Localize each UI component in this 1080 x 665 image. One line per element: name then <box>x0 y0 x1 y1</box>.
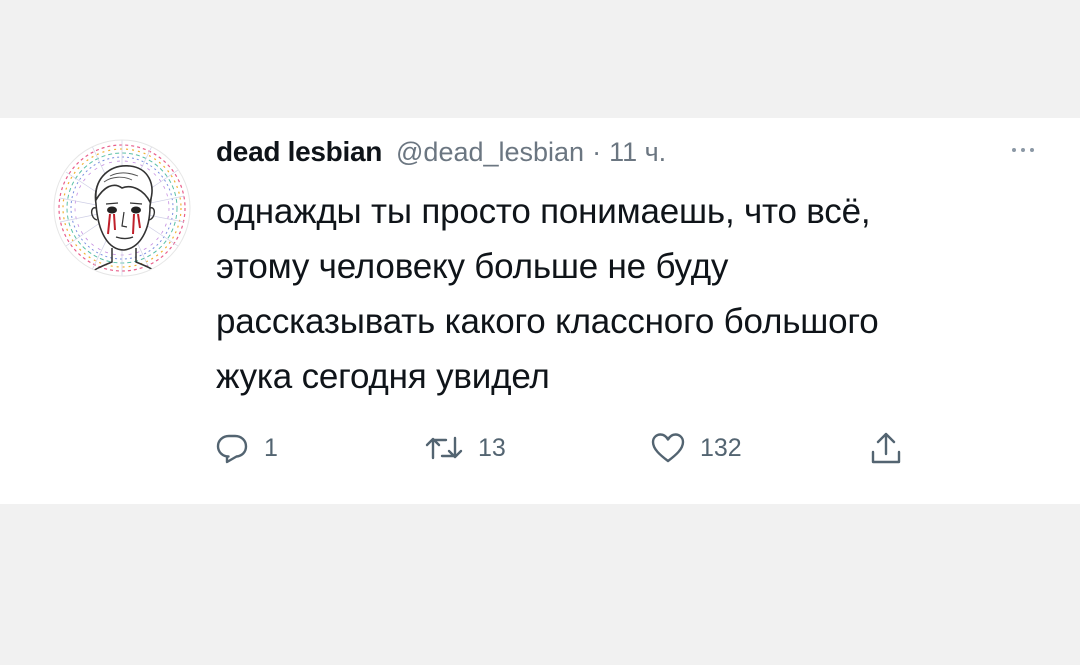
reply-icon <box>216 434 248 464</box>
tweet-text-line: этому человеку больше не буду <box>216 247 729 286</box>
tweet-text-line: однажды ты просто понимаешь, что всё, <box>216 192 871 231</box>
tweet-header: dead lesbian @dead_lesbian · 11 ч. <box>216 136 666 176</box>
author-handle[interactable]: @dead_lesbian <box>396 137 584 168</box>
more-dot <box>1021 148 1025 152</box>
like-button[interactable]: 132 <box>650 430 742 466</box>
author-name[interactable]: dead lesbian <box>216 136 382 168</box>
reply-count: 1 <box>264 433 278 462</box>
heart-icon <box>651 433 685 463</box>
tweet-text-line: жука сегодня увидел <box>216 357 550 396</box>
tweet-card[interactable]: dead lesbian @dead_lesbian · 11 ч. однаж… <box>0 118 1080 504</box>
retweet-count: 13 <box>478 433 506 462</box>
like-count: 132 <box>700 433 742 462</box>
more-dot <box>1030 148 1034 152</box>
share-button[interactable] <box>868 430 904 468</box>
reply-button[interactable]: 1 <box>214 430 278 466</box>
retweet-button[interactable]: 13 <box>424 430 506 466</box>
more-icon[interactable] <box>1012 144 1052 156</box>
share-icon <box>871 432 901 464</box>
tweet-text-line: рассказывать какого классного большого <box>216 302 879 341</box>
header-separator: · <box>592 137 602 167</box>
more-dot <box>1012 148 1016 152</box>
avatar[interactable] <box>52 138 192 278</box>
tweet-actions: 1 13 132 <box>214 430 934 470</box>
tweet-text: однажды ты просто понимаешь, что всё, эт… <box>216 184 1066 404</box>
retweet-icon <box>425 436 463 460</box>
tweet-timestamp[interactable]: 11 ч. <box>609 137 666 168</box>
